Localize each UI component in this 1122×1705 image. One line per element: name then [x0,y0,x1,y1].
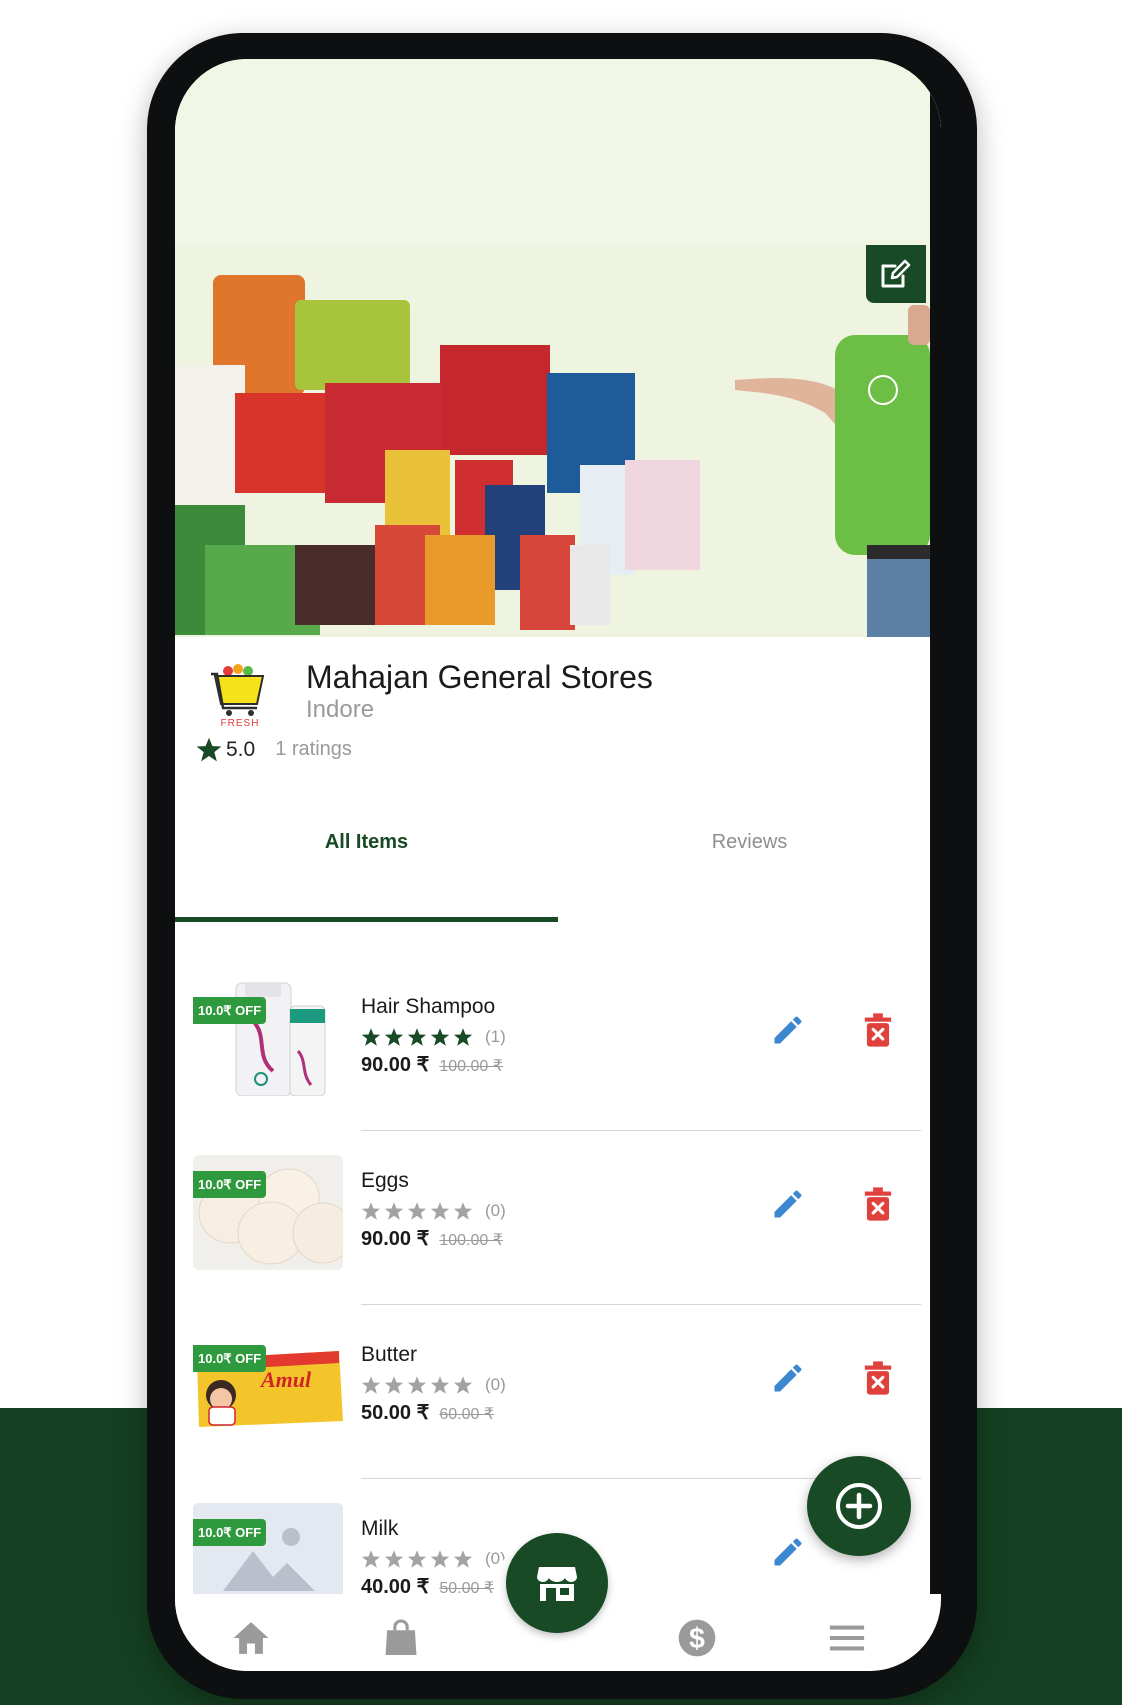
discount-badge: 10.0₹ OFF [193,1345,267,1372]
star-outline-icon [384,1550,404,1568]
store-city: Indore [306,696,375,723]
review-count: (1) [485,1027,506,1046]
home-icon [233,1622,269,1654]
store-name: Mahajan General Stores [306,659,653,695]
nav-earnings[interactable]: $ [677,1618,717,1658]
nav-store-button[interactable] [506,1533,608,1633]
grocery-products-illustration [175,245,930,637]
ratings-count: 1 ratings [275,738,352,760]
item-name: Hair Shampoo [361,995,496,1018]
star-outline-icon [453,1202,473,1220]
star-outline-icon [384,1376,404,1394]
star-icon [384,1028,404,1046]
delete-item-button[interactable] [857,1009,899,1051]
review-count: (0) [485,1375,506,1394]
item-rating: (0) [361,1375,506,1395]
tab-indicator [175,917,558,922]
star-icon [407,1028,427,1046]
store-cover-image [175,245,930,637]
star-icon [196,737,222,762]
add-item-button[interactable] [807,1456,911,1556]
list-item[interactable]: 10.0₹ OFF Hair Shampoo (1) 90.00 ₹ 100.0… [175,957,930,1131]
tab-all-items[interactable]: All Items [175,831,558,854]
phone-frame: FRESH Mahajan General Stores Indore 5.0 … [147,33,977,1699]
item-price: 90.00 ₹ [361,1054,430,1076]
delete-item-button[interactable] [857,1357,899,1399]
plus-circle-icon [836,1483,882,1529]
svg-text:$: $ [689,1623,705,1655]
star-outline-icon [430,1202,450,1220]
star-outline-icon [384,1202,404,1220]
star-outline-icon [407,1376,427,1394]
discount-badge: 10.0₹ OFF [193,997,267,1024]
price-row: 90.00 ₹ 100.00 ₹ [361,1052,503,1077]
price-row: 50.00 ₹ 60.00 ₹ [361,1400,494,1425]
nav-menu[interactable] [827,1618,867,1658]
item-name: Eggs [361,1169,409,1192]
edit-cover-button[interactable] [866,245,926,303]
pencil-icon [774,1016,802,1044]
star-outline-icon [430,1376,450,1394]
store-rating: 5.0 1 ratings [195,736,352,763]
review-count: (0) [485,1201,506,1220]
cart-logo-icon: FRESH [211,664,265,729]
store-logo-text: FRESH [221,718,260,729]
star-outline-icon [407,1550,427,1568]
menu-icon [829,1625,865,1651]
item-old-price: 100.00 ₹ [439,1232,503,1249]
store-icon [537,1567,577,1601]
discount-badge: 10.0₹ OFF [193,1519,267,1546]
item-name: Butter [361,1343,418,1366]
nav-home[interactable] [231,1618,271,1658]
item-old-price: 100.00 ₹ [439,1058,503,1075]
rating-value: 5.0 [226,737,256,761]
pencil-icon [774,1538,802,1566]
item-name: Milk [361,1517,399,1540]
star-icon [453,1028,473,1046]
delete-bin-icon [864,1187,892,1221]
item-rating: (0) [361,1549,506,1569]
star-outline-icon [361,1550,381,1568]
star-outline-icon [407,1202,427,1220]
app-screen: FRESH Mahajan General Stores Indore 5.0 … [175,59,941,1671]
item-rating: (1) [361,1027,506,1047]
list-item[interactable]: 10.0₹ OFF Eggs (0) 90.00 ₹ 100.00 ₹ [175,1131,930,1305]
edit-item-button[interactable] [767,1531,809,1573]
dollar-icon: $ [678,1619,716,1657]
svg-text:Amul: Amul [259,1367,312,1392]
item-price: 90.00 ₹ [361,1228,430,1250]
star-outline-icon [453,1376,473,1394]
list-item[interactable]: Amul 10.0₹ OFF Butter (0) 50.00 ₹ 60.00 … [175,1305,930,1479]
banner-header-area [175,59,941,245]
star-outline-icon [430,1550,450,1568]
price-row: 90.00 ₹ 100.00 ₹ [361,1226,503,1251]
nav-orders[interactable] [381,1618,421,1658]
edit-item-button[interactable] [767,1357,809,1399]
pencil-icon [774,1364,802,1392]
edit-item-button[interactable] [767,1009,809,1051]
bag-icon [385,1619,417,1655]
star-icon [430,1028,450,1046]
tab-reviews[interactable]: Reviews [558,831,941,854]
item-rating: (0) [361,1201,506,1221]
edit-item-button[interactable] [767,1183,809,1225]
delete-item-button[interactable] [857,1183,899,1225]
star-outline-icon [361,1376,381,1394]
discount-badge: 10.0₹ OFF [193,1171,267,1198]
star-outline-icon [453,1550,473,1568]
delete-bin-icon [864,1013,892,1047]
pencil-icon [774,1190,802,1218]
item-price: 50.00 ₹ [361,1402,430,1424]
edit-square-icon [881,259,911,288]
delete-bin-icon [864,1361,892,1395]
store-logo: FRESH [205,662,275,730]
screen-edge [930,59,941,1671]
star-icon [361,1028,381,1046]
star-outline-icon [361,1202,381,1220]
item-old-price: 60.00 ₹ [439,1406,495,1423]
